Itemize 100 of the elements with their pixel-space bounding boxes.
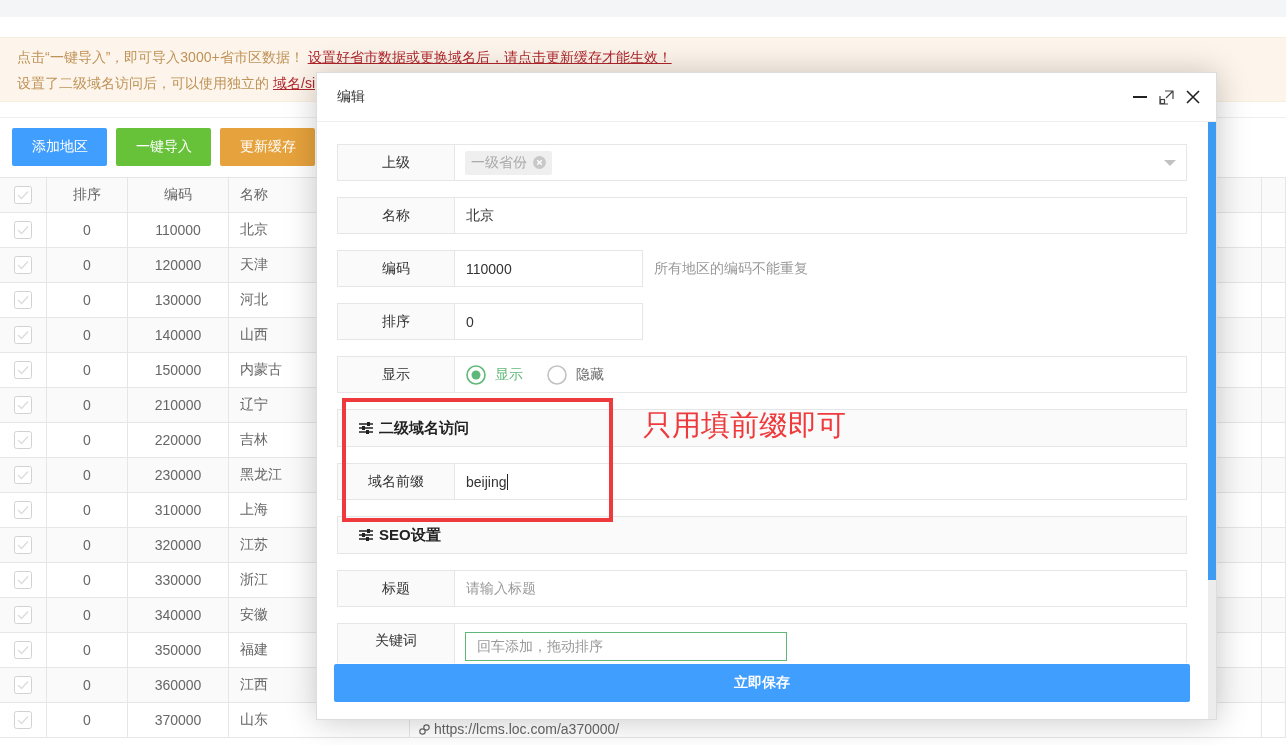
field-label: 显示 — [337, 356, 455, 393]
table-cell: 0 — [47, 668, 128, 702]
table-cell: 120000 — [128, 248, 229, 282]
tag-chip[interactable]: 一级省份 — [465, 150, 552, 175]
checkbox[interactable] — [14, 606, 32, 624]
checkbox[interactable] — [14, 361, 32, 379]
field-label: 关键词 — [337, 623, 455, 663]
table-cell: 130000 — [128, 283, 229, 317]
table-cell: 0 — [47, 598, 128, 632]
checkbox[interactable] — [14, 501, 32, 519]
annotation-text: 只用填前缀即可 — [643, 408, 846, 442]
radio-option[interactable]: 隐藏 — [547, 364, 604, 385]
notice-link[interactable]: 域名/si — [273, 75, 315, 91]
radio-icon[interactable] — [466, 364, 486, 385]
table-cell: 0 — [47, 528, 128, 562]
notice-text: 点击“一键导入”，即可导入3000+省市区数据！ 设置好省市数据或更换域名后，请点击更新缓存才能生效！ — [17, 48, 672, 67]
field-label: 域名前缀 — [337, 463, 455, 500]
notice-link[interactable]: 设置好省市数据或更换域名后，请点击更新缓存才能生效！ — [307, 49, 672, 65]
table-cell: 0 — [47, 388, 128, 422]
field-label: 编码 — [337, 250, 455, 287]
tag-input-field[interactable]: 回车添加，拖动排序 — [465, 632, 787, 661]
table-cell: 230000 — [128, 458, 229, 492]
checkbox[interactable] — [14, 571, 32, 589]
radio-option[interactable]: 显示 — [466, 364, 523, 385]
table-cell: 安徽 — [240, 606, 268, 624]
table-cell: 河北 — [240, 291, 268, 309]
table-cell: 0 — [47, 248, 128, 282]
checkbox[interactable] — [14, 711, 32, 729]
sliders-icon — [359, 422, 373, 434]
table-cell: 0 — [47, 353, 128, 387]
table-cell: 370000 — [128, 703, 229, 737]
input-field[interactable]: 0 — [455, 303, 643, 340]
table-cell: 江苏 — [240, 536, 268, 554]
table-cell: 福建 — [240, 641, 268, 659]
field-label: 排序 — [337, 303, 455, 340]
checkbox[interactable] — [14, 326, 32, 344]
table-cell: 0 — [47, 283, 128, 317]
table-cell: 内蒙古 — [240, 361, 282, 379]
checkbox[interactable] — [14, 256, 32, 274]
checkbox[interactable] — [14, 186, 32, 204]
table-cell: 北京 — [240, 221, 268, 239]
column-header: 排序 — [47, 178, 128, 212]
table-cell: 330000 — [128, 563, 229, 597]
close-icon[interactable] — [1186, 90, 1200, 104]
toolbar-button[interactable]: 一键导入 — [116, 128, 211, 166]
notice-text: 设置了二级域名访问后，可以使用独立的 域名/si — [17, 74, 315, 93]
checkbox[interactable] — [14, 396, 32, 414]
input-field[interactable]: 110000 — [455, 250, 643, 287]
caret-icon[interactable] — [1164, 159, 1176, 166]
remove-icon[interactable] — [533, 156, 546, 169]
table-cell: 360000 — [128, 668, 229, 702]
table-cell: 220000 — [128, 423, 229, 457]
table-cell: 辽宁 — [240, 396, 268, 414]
scrollbar[interactable] — [1208, 122, 1216, 719]
table-cell: 210000 — [128, 388, 229, 422]
toolbar-button[interactable]: 更新缓存 — [220, 128, 315, 166]
table-cell: 0 — [47, 493, 128, 527]
save-button[interactable]: 立即保存 — [334, 664, 1190, 702]
table-cell: 140000 — [128, 318, 229, 352]
section-title: SEO设置 — [379, 525, 441, 545]
checkbox[interactable] — [14, 641, 32, 659]
table-cell: 340000 — [128, 598, 229, 632]
table-cell: 310000 — [128, 493, 229, 527]
table-cell: 350000 — [128, 633, 229, 667]
table-cell: 黑龙江 — [240, 466, 282, 484]
checkbox[interactable] — [14, 291, 32, 309]
input-field[interactable]: 北京 — [455, 197, 1187, 234]
table-cell: 0 — [47, 703, 128, 737]
table-cell: 0 — [47, 458, 128, 492]
toolbar-button[interactable]: 添加地区 — [12, 128, 107, 166]
input-field[interactable]: 请输入标题 — [455, 570, 1187, 607]
hint-text: 所有地区的编码不能重复 — [654, 259, 808, 278]
table-cell: 江西 — [240, 676, 268, 694]
field-label: 上级 — [337, 144, 455, 181]
column-header: 名称 — [240, 186, 268, 204]
sliders-icon — [359, 529, 373, 541]
section-title: 二级域名访问 — [379, 418, 469, 438]
input-field[interactable]: beijing — [455, 463, 1187, 500]
checkbox[interactable] — [14, 536, 32, 554]
link-icon — [419, 724, 430, 735]
maximize-icon[interactable] — [1159, 89, 1174, 105]
url-link[interactable]: https://lcms.loc.com/a370000/ — [419, 722, 620, 737]
checkbox[interactable] — [14, 221, 32, 239]
radio-icon[interactable] — [547, 364, 567, 385]
dialog-title: 编辑 — [337, 88, 365, 106]
table-cell: 山西 — [240, 326, 268, 344]
table-cell: 上海 — [240, 501, 268, 519]
table-cell: 110000 — [128, 213, 229, 247]
table-cell: 320000 — [128, 528, 229, 562]
table-cell: 0 — [47, 563, 128, 597]
field-label: 名称 — [337, 197, 455, 234]
table-cell: 0 — [47, 633, 128, 667]
checkbox[interactable] — [14, 466, 32, 484]
checkbox[interactable] — [14, 431, 32, 449]
table-cell: 150000 — [128, 353, 229, 387]
table-cell: 吉林 — [240, 431, 268, 449]
table-cell: 天津 — [240, 256, 268, 274]
table-cell: 浙江 — [240, 571, 268, 589]
select-field[interactable]: 一级省份 — [455, 144, 1187, 181]
checkbox[interactable] — [14, 676, 32, 694]
